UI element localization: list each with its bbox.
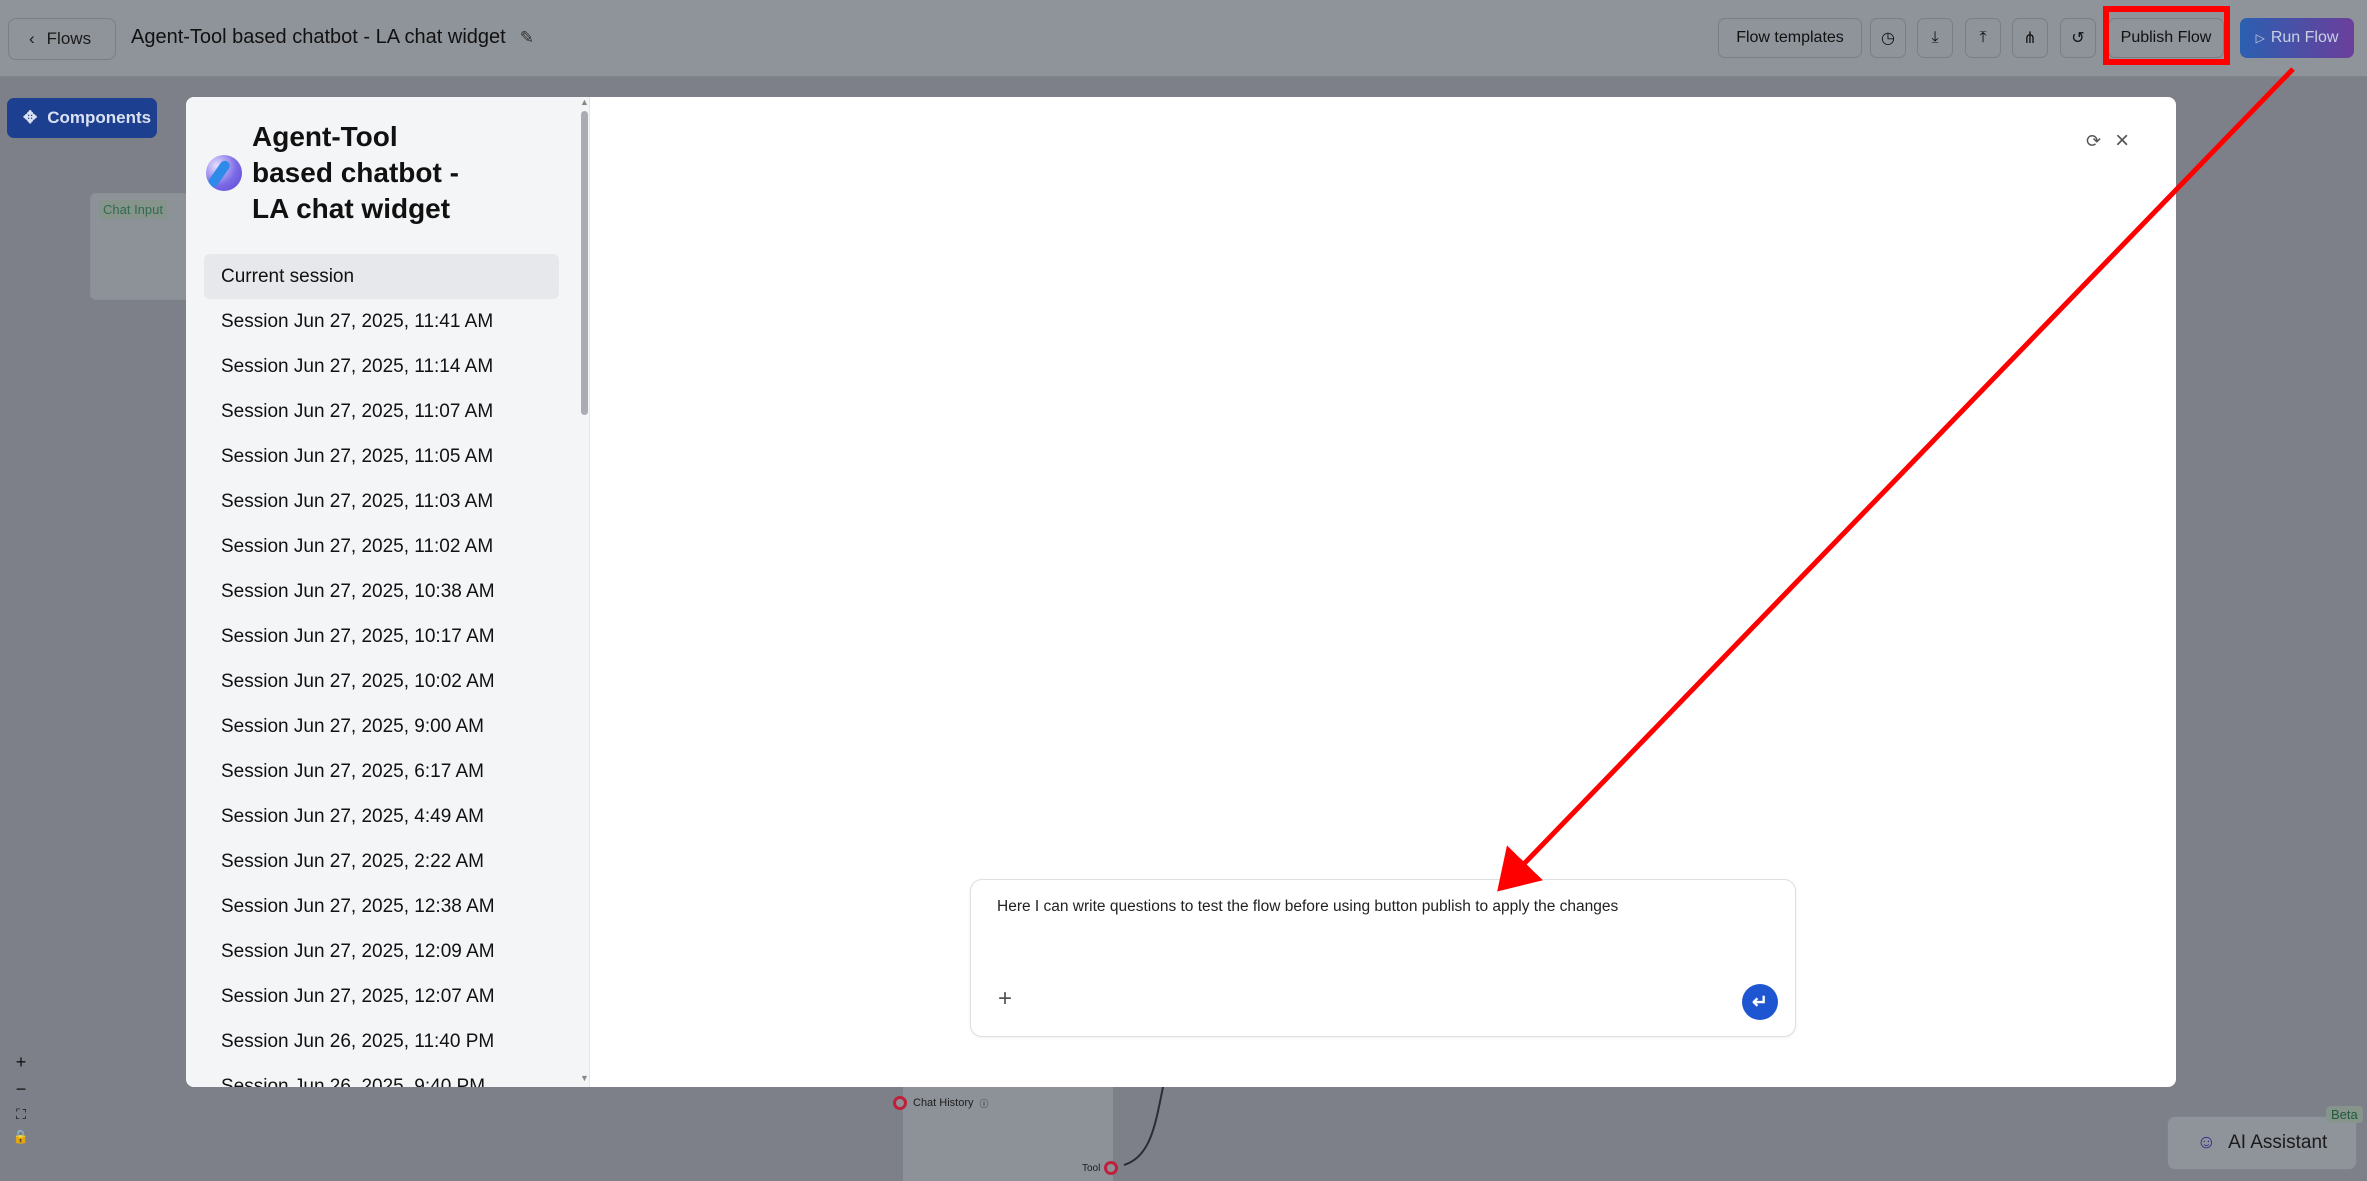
ai-assistant-button[interactable]: ☺ AI Assistant [2167,1116,2357,1170]
beta-badge: Beta [2326,1106,2363,1123]
chat-history-label: Chat History [913,1097,974,1109]
zoom-in-icon[interactable]: + [16,1052,27,1073]
session-item[interactable]: Session Jun 27, 2025, 10:02 AM [204,659,559,704]
session-item[interactable]: Session Jun 27, 2025, 11:07 AM [204,389,559,434]
components-button[interactable]: ✥ Components [7,98,157,138]
zoom-out-icon[interactable]: − [16,1079,27,1100]
chat-input-node[interactable]: Chat Input [90,193,190,300]
session-item[interactable]: Session Jun 27, 2025, 11:14 AM [204,344,559,389]
session-item-current[interactable]: Current session [204,254,559,299]
session-item[interactable]: Session Jun 26, 2025, 9:40 PM [204,1064,559,1088]
sidebar-header: Agent-Tool based chatbot - LA chat widge… [206,119,482,227]
tool-label: Tool [1082,1162,1101,1174]
send-button[interactable]: ↵ [1742,984,1778,1020]
top-header: ‹ Flows Agent-Tool based chatbot - LA ch… [0,0,2367,77]
share-icon[interactable]: ⋔ [2012,18,2048,58]
flow-templates-label: Flow templates [1736,29,1844,46]
flow-title-text: Agent-Tool based chatbot - LA chat widge… [131,26,506,48]
session-item[interactable]: Session Jun 27, 2025, 6:17 AM [204,749,559,794]
fit-view-icon[interactable]: ⛶ [16,1106,26,1123]
timer-icon[interactable]: ◷ [1870,18,1906,58]
info-icon: ⓘ [979,1098,989,1109]
session-item[interactable]: Session Jun 27, 2025, 10:17 AM [204,614,559,659]
scroll-up-icon[interactable]: ▲ [580,97,589,107]
session-item[interactable]: Session Jun 27, 2025, 10:38 AM [204,569,559,614]
run-flow-label: Run Flow [2270,29,2339,46]
assistant-icon: ☺ [2196,1132,2217,1153]
scroll-thumb[interactable] [581,111,588,415]
refresh-icon[interactable]: ⟳ [2086,131,2101,152]
download-icon[interactable]: ⤓ [1917,18,1953,58]
chat-history-port[interactable]: Chat History ⓘ [893,1096,989,1110]
history-icon[interactable]: ↺ [2060,18,2096,58]
chat-composer[interactable]: Here I can write questions to test the f… [970,879,1796,1037]
upload-icon[interactable]: ⤒ [1965,18,2001,58]
port-dot-icon [893,1096,907,1110]
ai-assistant-label: AI Assistant [2228,1132,2328,1153]
session-item[interactable]: Session Jun 27, 2025, 4:49 AM [204,794,559,839]
chat-input-tag: Chat Input [99,200,167,219]
session-list: Current session Session Jun 27, 2025, 11… [204,254,559,1087]
session-item[interactable]: Session Jun 27, 2025, 12:07 AM [204,974,559,1019]
flow-templates-button[interactable]: Flow templates [1718,18,1862,58]
session-item[interactable]: Session Jun 27, 2025, 11:05 AM [204,434,559,479]
session-item[interactable]: Session Jun 27, 2025, 12:38 AM [204,884,559,929]
enter-icon: ↵ [1752,991,1768,1013]
pencil-icon[interactable]: ✎ [520,28,534,48]
back-to-flows-button[interactable]: ‹ Flows [8,18,117,60]
modal-actions: ⟳ × [2086,127,2129,155]
close-icon[interactable]: × [2115,127,2129,155]
chat-input[interactable]: Here I can write questions to test the f… [997,898,1618,916]
play-icon: ▷ [2255,31,2265,45]
scroll-down-icon[interactable]: ▼ [580,1073,589,1083]
session-item[interactable]: Session Jun 27, 2025, 12:09 AM [204,929,559,974]
flow-title: Agent-Tool based chatbot - LA chat widge… [131,26,534,49]
chevron-left-icon: ‹ [29,29,35,48]
session-item[interactable]: Session Jun 27, 2025, 2:22 AM [204,839,559,884]
session-item[interactable]: Session Jun 27, 2025, 9:00 AM [204,704,559,749]
session-item[interactable]: Session Jun 27, 2025, 11:41 AM [204,299,559,344]
edge-connector [1123,1087,1164,1166]
flows-label: Flows [46,29,92,48]
plus-icon[interactable]: + [998,985,1012,1013]
session-item[interactable]: Session Jun 27, 2025, 11:03 AM [204,479,559,524]
session-item[interactable]: Session Jun 26, 2025, 11:40 PM [204,1019,559,1064]
playground-modal: Agent-Tool based chatbot - LA chat widge… [186,97,2176,1087]
lock-icon[interactable]: 🔒 [13,1129,29,1145]
components-icon: ✥ [23,108,38,127]
session-sidebar: Agent-Tool based chatbot - LA chat widge… [186,97,590,1087]
sidebar-title: Agent-Tool based chatbot - LA chat widge… [252,121,459,224]
session-item[interactable]: Session Jun 27, 2025, 11:02 AM [204,524,559,569]
run-flow-button[interactable]: ▷ Run Flow [2240,18,2354,58]
app-logo-icon [206,155,242,191]
sidebar-scrollbar[interactable]: ▲ ▼ [578,97,589,1087]
zoom-controls: + − ⛶ 🔒 [8,1052,34,1145]
publish-highlight-box [2103,6,2230,65]
components-label: Components [47,108,152,127]
